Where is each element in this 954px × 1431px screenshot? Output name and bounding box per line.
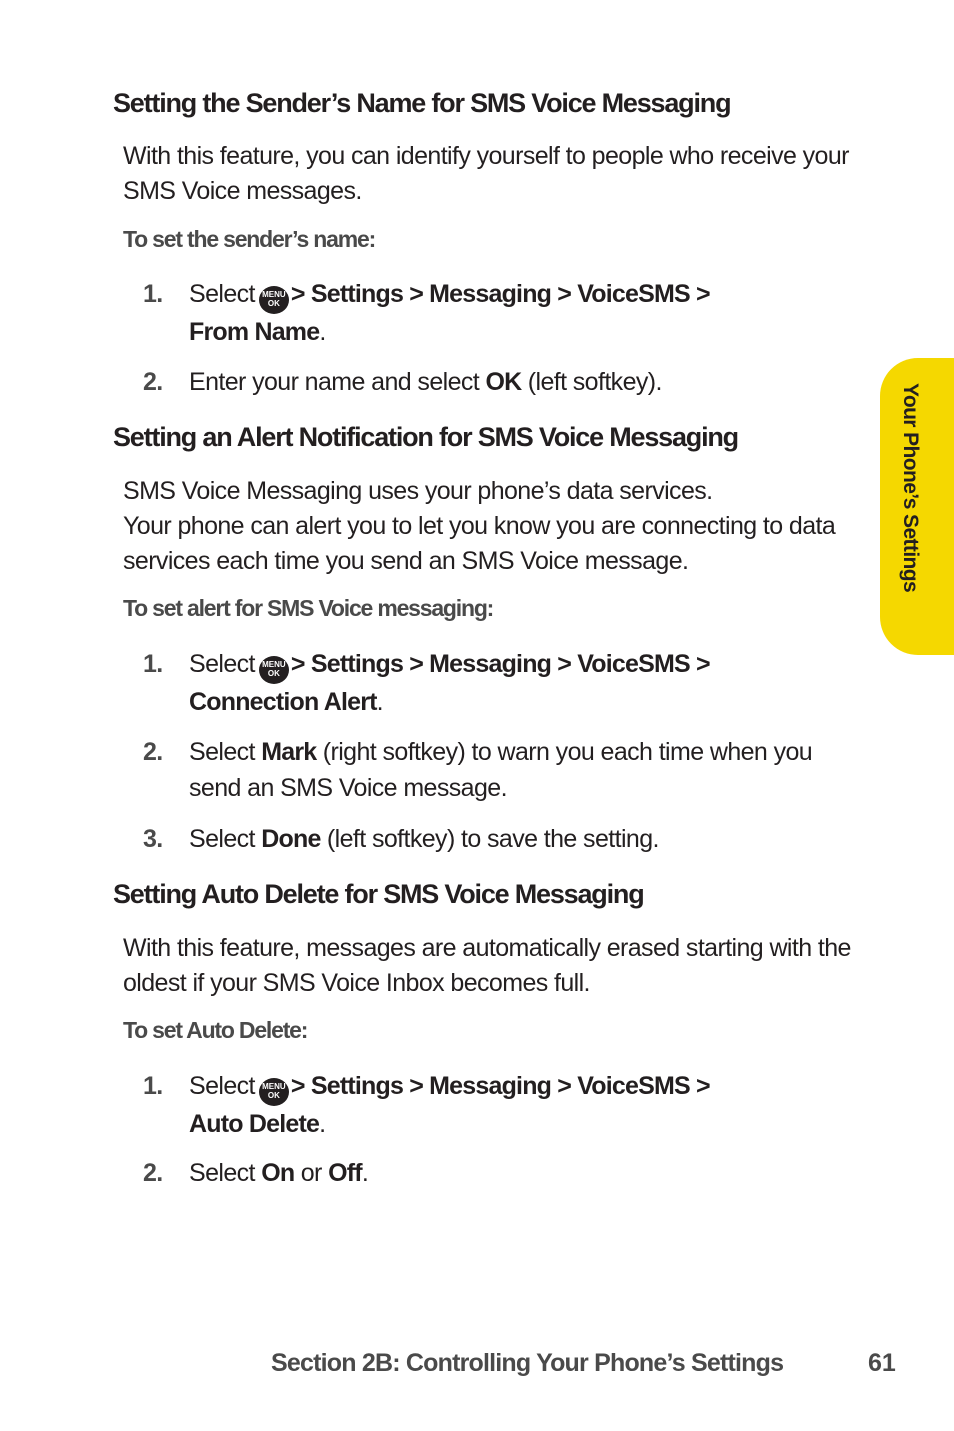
procedure-heading-auto-delete: To set Auto Delete: — [123, 1017, 308, 1043]
menu-path: > Settings > Messaging > VoiceSMS > — [290, 280, 711, 308]
section-title-sender-name: Setting the Sender’s Name for SMS Voice … — [113, 88, 732, 118]
section-intro-alert-notification: SMS Voice Messaging uses your phone’s da… — [123, 477, 836, 575]
softkey-label: OK — [485, 368, 523, 396]
footer-section-title: Section 2B: Controlling Your Phone’s Set… — [271, 1349, 784, 1377]
step-text: Select MENU OK > Settings > Messaging > Voi… — [189, 1072, 711, 1138]
menu-path: > Settings > Messaging > VoiceSMS > — [290, 650, 711, 678]
menu-path: > Settings > Messaging > VoiceSMS > — [290, 1072, 711, 1100]
step-text: Enter your name and select OK (left soft… — [189, 368, 662, 396]
menu-ok-key-icon: MENU OK — [258, 286, 289, 314]
section-title-alert-notification: Setting an Alert Notification for SMS Vo… — [113, 422, 739, 452]
section-title-auto-delete: Setting Auto Delete for SMS Voice Messag… — [113, 879, 645, 909]
menu-target: Auto Delete — [189, 1110, 320, 1138]
step-number: 1. — [143, 280, 163, 308]
step-number: 2. — [143, 738, 163, 766]
option-off: Off — [328, 1159, 362, 1187]
step-text: Select Mark (right softkey) to warn you … — [189, 738, 813, 802]
menu-target: From Name — [189, 318, 320, 346]
chapter-side-tab-label: Your Phone’s Settings — [899, 383, 922, 593]
softkey-label: Done — [261, 825, 321, 853]
step-number: 1. — [143, 1072, 163, 1100]
menu-ok-key-icon: MENU OK — [258, 1078, 289, 1106]
step-text: Select MENU OK > Settings > Messaging > Voi… — [189, 280, 711, 346]
step-number: 2. — [143, 368, 163, 396]
menu-target: Connection Alert — [189, 688, 377, 716]
step-number: 1. — [143, 650, 163, 678]
option-on: On — [261, 1159, 295, 1187]
manual-page: Setting the Sender’s Name for SMS Voice … — [0, 0, 954, 1431]
step-prefix: Select — [189, 280, 255, 308]
section-intro-sender-name: With this feature, you can identify your… — [123, 142, 849, 205]
step-number: 2. — [143, 1159, 163, 1187]
procedure-heading-alert: To set alert for SMS Voice messaging: — [123, 595, 494, 621]
section-intro-auto-delete: With this feature, messages are automati… — [123, 934, 851, 997]
step-text: Select Done (left softkey) to save the s… — [189, 825, 659, 853]
softkey-label: Mark — [261, 738, 317, 766]
step-text: Select On or Off. — [189, 1159, 369, 1187]
step-text: Select MENU OK > Settings > Messaging > Voi… — [189, 650, 711, 716]
page-number: 61 — [868, 1349, 896, 1377]
menu-ok-key-icon: MENU OK — [258, 656, 289, 684]
step-number: 3. — [143, 825, 163, 853]
procedure-heading-sender-name: To set the sender’s name: — [123, 226, 376, 252]
